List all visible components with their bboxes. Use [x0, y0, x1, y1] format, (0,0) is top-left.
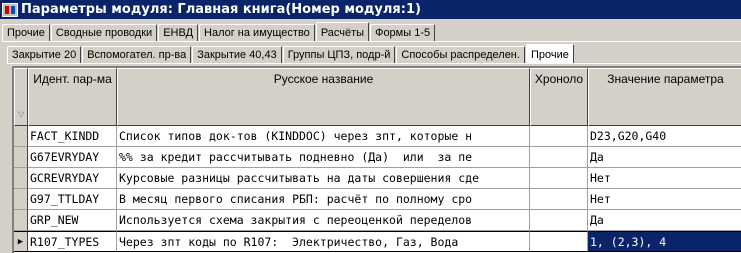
cell-chrono[interactable]	[530, 168, 588, 189]
cell-id[interactable]: R107_TYPES	[28, 231, 117, 252]
cell-id[interactable]: G97_TTLDAY	[28, 189, 117, 210]
tab-nalog-na-imushchestvo[interactable]: Налог на имущество	[199, 24, 315, 41]
sub-tabs: Закрытие 20 Вспомогател. пр-ва Закрытие …	[7, 42, 741, 64]
cell-name[interactable]: Список типов док-тов (KINDDOC) через зпт…	[117, 126, 530, 147]
subtab-zakrytie-20[interactable]: Закрытие 20	[7, 46, 82, 63]
subtab-panel-edge	[7, 63, 741, 64]
cell-value[interactable]: Нет	[588, 189, 741, 210]
row-indicator: ▶	[14, 231, 28, 252]
tab-formy-1-5[interactable]: Формы 1-5	[370, 24, 436, 41]
cell-chrono[interactable]	[530, 189, 588, 210]
window-title: Параметры модуля: Главная книга(Номер мо…	[21, 2, 421, 17]
column-header-id[interactable]: Идент. пар-ма	[28, 68, 117, 126]
column-header-name[interactable]: Русское название	[117, 68, 530, 126]
column-header-chrono[interactable]: Хроноло	[530, 68, 588, 126]
tab-prochie[interactable]: Прочие	[2, 24, 50, 41]
row-indicator	[14, 189, 28, 210]
table-row[interactable]: GCREVRYDAY Курсовые разницы рассчитывать…	[14, 168, 741, 189]
title-bar: Параметры модуля: Главная книга(Номер мо…	[0, 0, 741, 19]
subtab-vspomogatel[interactable]: Вспомогател. пр-ва	[82, 46, 192, 63]
tab-raschety[interactable]: Расчёты	[315, 22, 370, 42]
cell-name[interactable]: В месяц первого списания РБП: расчёт по …	[117, 189, 530, 210]
cell-id[interactable]: G67EVRYDAY	[28, 147, 117, 168]
row-indicator	[14, 147, 28, 168]
cell-value[interactable]: Да	[588, 147, 741, 168]
row-pointer-icon: ▶	[17, 236, 24, 247]
row-indicator	[14, 210, 28, 231]
row-indicator	[14, 168, 28, 189]
cell-chrono[interactable]	[530, 126, 588, 147]
cell-chrono[interactable]	[530, 147, 588, 168]
subtab-prochie[interactable]: Прочие	[525, 44, 574, 64]
tab-envd[interactable]: ЕНВД	[158, 24, 199, 41]
row-indicator	[14, 126, 28, 147]
cell-id[interactable]: GRP_NEW	[28, 210, 117, 231]
parameters-grid[interactable]: ▽ Идент. пар-ма Русское название Хроноло…	[12, 66, 741, 253]
cell-value[interactable]: Нет	[588, 168, 741, 189]
subtab-sposoby-raspredelen[interactable]: Способы распределен.	[396, 46, 525, 63]
app-icon	[2, 2, 18, 17]
column-header-value[interactable]: Значение параметра	[588, 68, 741, 126]
subtab-gruppy-cpz[interactable]: Группы ЦПЗ, подр-й	[282, 46, 396, 63]
cell-value[interactable]: 1, (2,3), 4	[588, 231, 741, 252]
sort-indicator-icon: ▽	[18, 110, 25, 119]
cell-chrono[interactable]	[530, 210, 588, 231]
cell-value[interactable]: D23,G20,G40	[588, 126, 741, 147]
tab-svodnye-provodki[interactable]: Сводные проводки	[50, 24, 158, 41]
cell-name[interactable]: Курсовые разницы рассчитывать на даты со…	[117, 168, 530, 189]
cell-value[interactable]: Да	[588, 210, 741, 231]
table-row-selected[interactable]: ▶ R107_TYPES Через зпт коды по R107: Эле…	[14, 231, 741, 252]
cell-name[interactable]: Через зпт коды по R107: Электричество, Г…	[117, 231, 530, 252]
main-tabs: Прочие Сводные проводки ЕНВД Налог на им…	[2, 21, 741, 42]
cell-chrono[interactable]	[530, 231, 588, 252]
cell-name[interactable]: Используется схема закрытия с переоценко…	[117, 210, 530, 231]
table-row[interactable]: G67EVRYDAY %% за кредит рассчитывать под…	[14, 147, 741, 168]
grid-header: ▽ Идент. пар-ма Русское название Хроноло…	[14, 68, 741, 126]
cell-name[interactable]: %% за кредит рассчитывать подневно (Да) …	[117, 147, 530, 168]
cell-id[interactable]: FACT_KINDD	[28, 126, 117, 147]
table-row[interactable]: G97_TTLDAY В месяц первого списания РБП:…	[14, 189, 741, 210]
table-row[interactable]: GRP_NEW Используется схема закрытия с пе…	[14, 210, 741, 231]
subtab-zakrytie-40-43[interactable]: Закрытие 40,43	[192, 46, 282, 63]
table-row[interactable]: FACT_KINDD Список типов док-тов (KINDDOC…	[14, 126, 741, 147]
cell-id[interactable]: GCREVRYDAY	[28, 168, 117, 189]
header-indicator: ▽	[14, 68, 28, 126]
